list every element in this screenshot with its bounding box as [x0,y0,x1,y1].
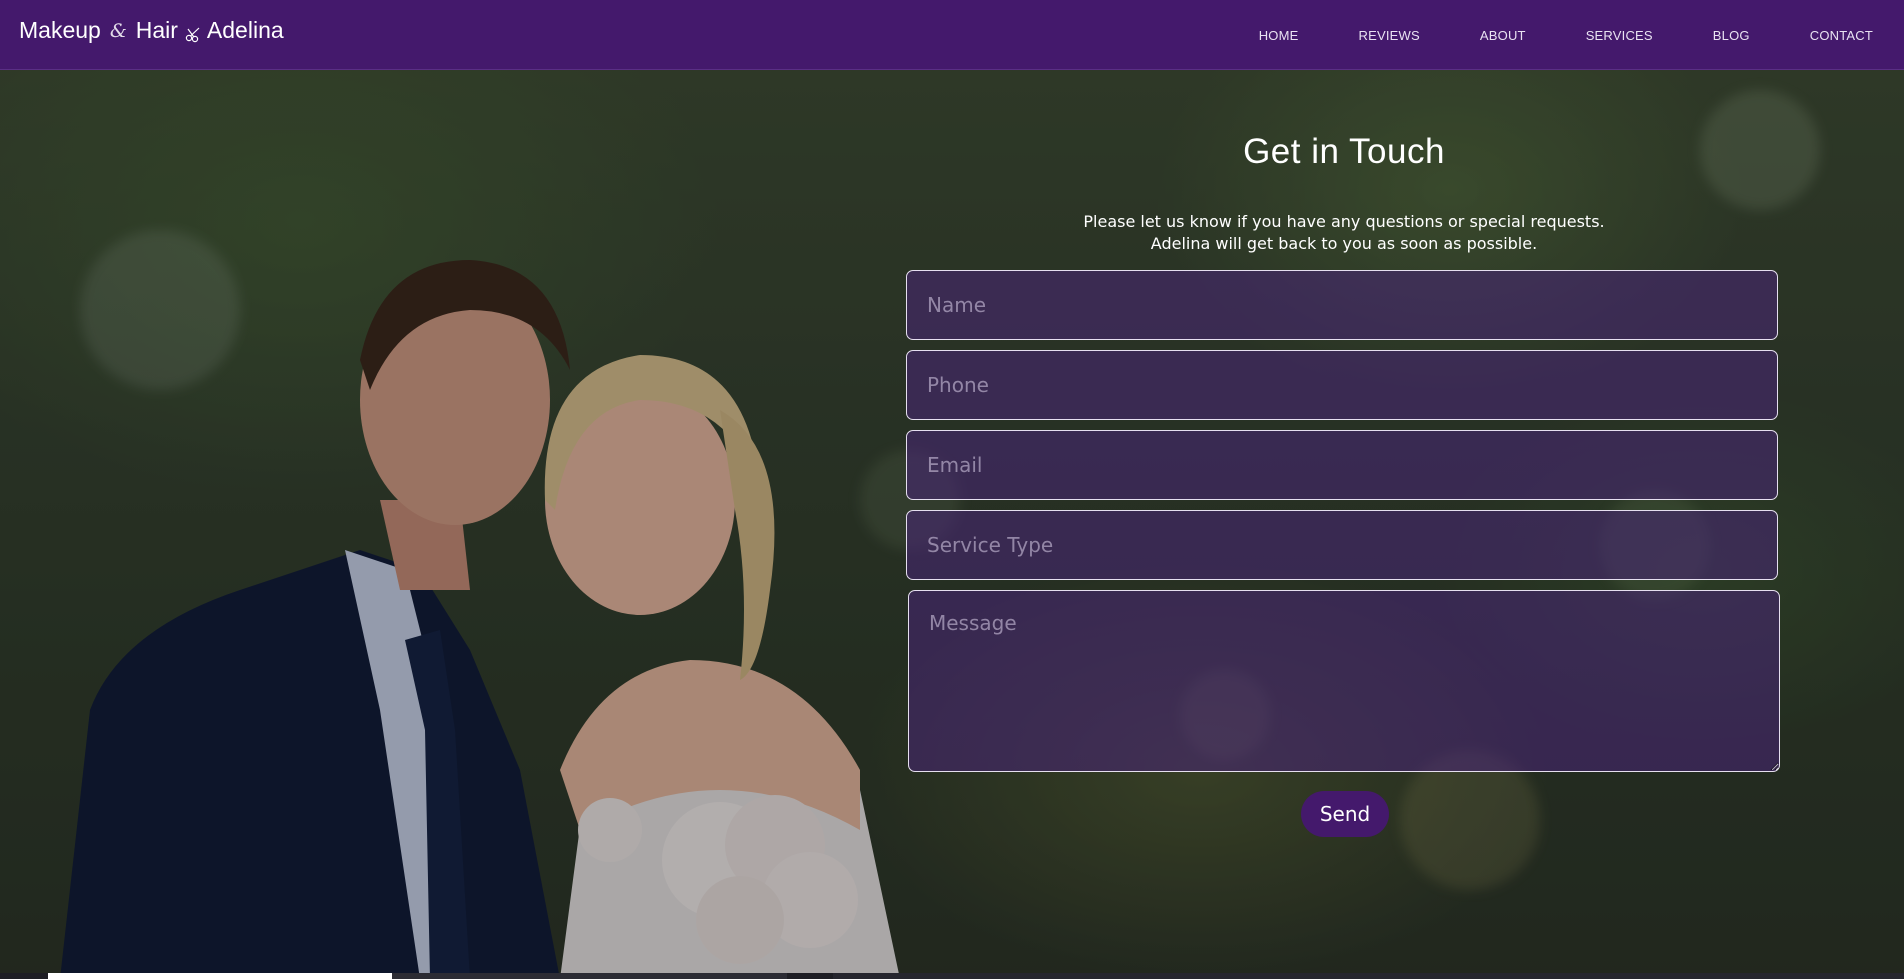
name-field[interactable] [906,270,1778,340]
next-section-card [833,973,1904,979]
brand-makeup: Makeup [19,17,101,43]
brand-adelina: Adelina [206,17,284,43]
scissors-icon [184,22,202,42]
nav-blog[interactable]: BLOG [1713,28,1750,43]
send-button[interactable]: Send [1301,791,1389,837]
service-type-field[interactable] [906,510,1778,580]
brand-logo[interactable]: Makeup & Hair Adelina [19,17,284,44]
next-section-edge [0,973,1904,979]
email-field[interactable] [906,430,1778,500]
nav-home[interactable]: HOME [1259,28,1299,43]
contact-intro: Please let us know if you have any quest… [906,211,1782,255]
site-header: Makeup & Hair Adelina HOME REVIEWS ABOUT… [0,0,1904,70]
intro-line-2: Adelina will get back to you as soon as … [1150,234,1538,253]
next-section-card [48,973,392,979]
nav-services[interactable]: SERVICES [1586,28,1653,43]
nav-reviews[interactable]: REVIEWS [1359,28,1420,43]
contact-title: Get in Touch [1243,132,1445,171]
nav-contact[interactable]: CONTACT [1810,28,1873,43]
intro-line-1: Please let us know if you have any quest… [1083,212,1605,231]
brand-ampersand: & [109,19,127,42]
phone-field[interactable] [906,350,1778,420]
next-section-card [392,973,787,979]
brand-hair: Hair [135,17,178,43]
main-nav: HOME REVIEWS ABOUT SERVICES BLOG CONTACT [1199,0,1873,70]
nav-about[interactable]: ABOUT [1480,28,1526,43]
message-field[interactable] [908,590,1780,772]
